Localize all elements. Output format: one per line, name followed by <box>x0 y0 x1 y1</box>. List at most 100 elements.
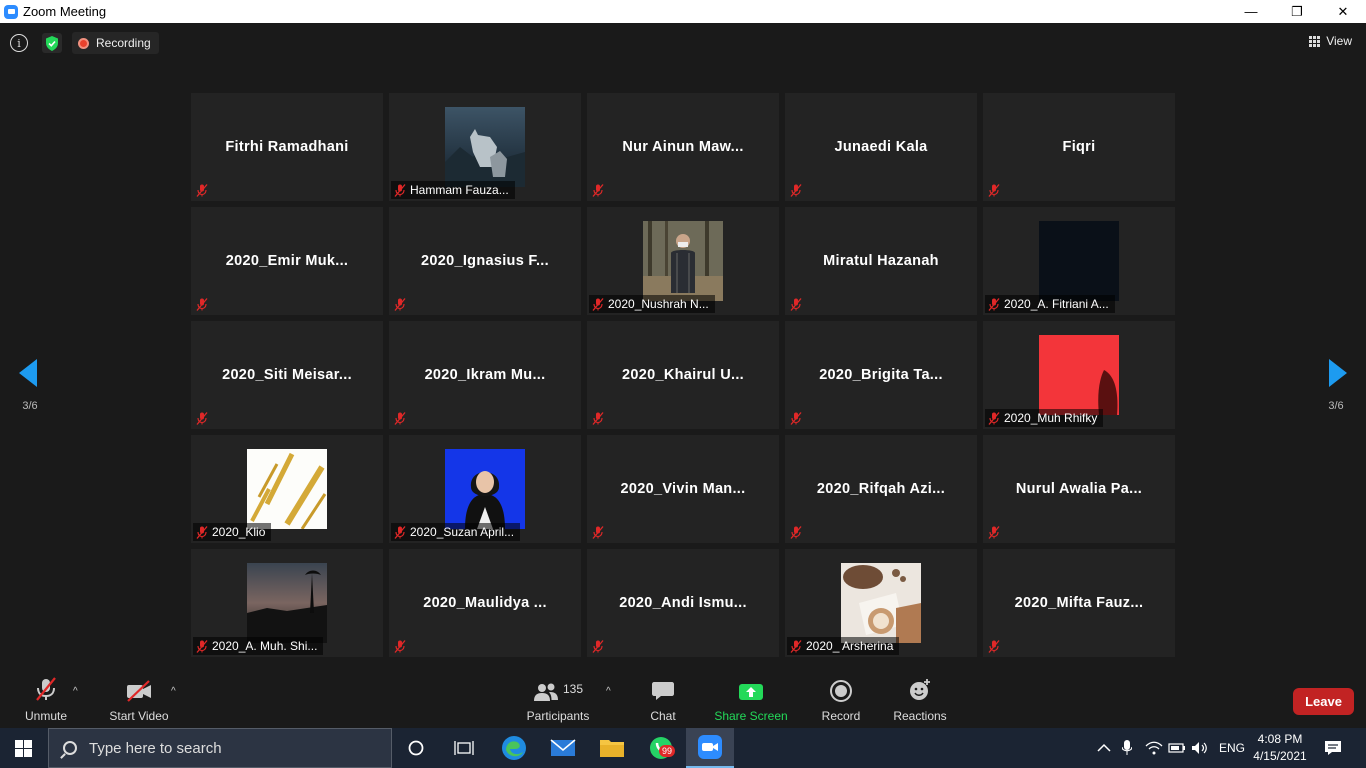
participant-video <box>247 563 327 643</box>
participant-status-bar <box>589 409 610 427</box>
participant-name: 2020_Rifqah Azi... <box>816 481 946 497</box>
meeting-info-icon[interactable]: i <box>10 34 28 52</box>
zoom-taskbar-icon[interactable] <box>686 728 734 768</box>
previous-page-button[interactable]: 3/6 <box>0 335 60 415</box>
input-language[interactable]: ENG <box>1219 728 1245 768</box>
participant-tile[interactable]: 2020_Rifqah Azi... <box>785 435 977 543</box>
muted-mic-icon <box>988 525 1000 539</box>
maximize-button[interactable]: ❐ <box>1274 0 1320 23</box>
participant-tile[interactable]: Fiqri <box>983 93 1175 201</box>
participants-button[interactable]: 135 Participants <box>526 672 590 728</box>
participant-tile[interactable]: 2020_Emir Muk... <box>191 207 383 315</box>
mail-icon[interactable] <box>539 728 587 768</box>
task-view-icon[interactable] <box>440 728 488 768</box>
participant-tile[interactable]: Hammam Fauza... <box>389 93 581 201</box>
meeting-topbar <box>0 23 1366 63</box>
participant-status-bar <box>985 637 1006 655</box>
taskbar-clock[interactable]: 4:08 PM 4/15/2021 <box>1250 731 1310 765</box>
close-button[interactable]: ✕ <box>1320 0 1366 23</box>
participant-tile[interactable]: 2020_Mifta Fauz... <box>983 549 1175 657</box>
taskbar-search-box[interactable]: Type here to search <box>48 728 392 768</box>
participant-tile[interactable]: 2020_A. Fitriani A... <box>983 207 1175 315</box>
recording-dot-icon <box>78 37 89 49</box>
muted-mic-icon <box>988 183 1000 197</box>
muted-mic-icon <box>196 183 208 197</box>
participant-tile[interactable]: 2020_Ikram Mu... <box>389 321 581 429</box>
participant-tile[interactable]: 2020_Maulidya ... <box>389 549 581 657</box>
view-button[interactable]: View <box>1309 34 1352 48</box>
participant-tile[interactable]: 2020_ Arsherina <box>785 549 977 657</box>
page-indicator-left: 3/6 <box>22 400 38 412</box>
show-hidden-icons-caret[interactable] <box>1097 728 1111 768</box>
participant-status-bar <box>589 637 610 655</box>
leave-button[interactable]: Leave <box>1293 688 1354 715</box>
participant-tile[interactable]: 2020_A. Muh. Shi... <box>191 549 383 657</box>
participant-name: 2020_Emir Muk... <box>225 253 349 269</box>
wifi-icon[interactable] <box>1145 728 1163 768</box>
participant-tile[interactable]: 2020_Siti Meisar... <box>191 321 383 429</box>
participant-status-bar: 2020_A. Muh. Shi... <box>193 637 324 655</box>
participant-tile[interactable]: 2020_Andi Ismu... <box>587 549 779 657</box>
participant-name-label: 2020_Suzan April... <box>410 525 515 539</box>
record-button[interactable]: Record <box>819 672 863 728</box>
participant-tile[interactable]: Nurul Awalia Pa... <box>983 435 1175 543</box>
muted-mic-icon <box>592 639 604 653</box>
shield-icon[interactable] <box>42 33 62 53</box>
battery-icon[interactable] <box>1168 728 1186 768</box>
reactions-button[interactable]: Reactions <box>892 672 948 728</box>
participant-name-label: 2020_ Arsherina <box>806 639 894 653</box>
participant-tile[interactable]: 2020_Klio <box>191 435 383 543</box>
participant-status-bar: 2020_A. Fitriani A... <box>985 295 1115 313</box>
participant-tile[interactable]: 2020_Muh Rhifky <box>983 321 1175 429</box>
participant-name: Miratul Hazanah <box>823 253 939 269</box>
start-video-button[interactable]: Start Video <box>108 672 170 728</box>
participant-status-bar <box>787 409 808 427</box>
audio-options-caret[interactable]: ^ <box>73 686 78 697</box>
participant-status-bar <box>193 295 214 313</box>
left-arrow-icon <box>19 359 37 387</box>
participant-tile[interactable]: 2020_Nushrah N... <box>587 207 779 315</box>
edge-browser-icon[interactable] <box>490 728 538 768</box>
share-screen-button[interactable]: Share Screen <box>714 672 788 728</box>
participant-video <box>445 107 525 187</box>
muted-mic-icon <box>592 183 604 197</box>
participant-status-bar <box>391 637 412 655</box>
file-explorer-icon[interactable] <box>588 728 636 768</box>
minimize-button[interactable]: — <box>1228 0 1274 23</box>
next-page-button[interactable]: 3/6 <box>1306 335 1366 415</box>
unmute-button[interactable]: Unmute <box>22 672 70 728</box>
cortana-icon[interactable] <box>392 728 440 768</box>
participant-tile[interactable]: Fitrhi Ramadhani <box>191 93 383 201</box>
participant-status-bar <box>985 181 1006 199</box>
page-indicator-right: 3/6 <box>1328 400 1344 412</box>
microphone-tray-icon[interactable] <box>1122 728 1132 768</box>
volume-icon[interactable] <box>1191 728 1209 768</box>
muted-mic-icon <box>592 525 604 539</box>
muted-mic-icon <box>790 183 802 197</box>
participant-status-bar: 2020_Suzan April... <box>391 523 521 541</box>
video-options-caret[interactable]: ^ <box>171 686 176 697</box>
participant-tile[interactable]: 2020_Khairul U... <box>587 321 779 429</box>
muted-mic-icon <box>790 525 802 539</box>
muted-mic-icon <box>394 183 406 197</box>
share-screen-icon <box>738 672 764 702</box>
chat-button[interactable]: Chat <box>645 672 681 728</box>
participant-tile[interactable]: Nur Ainun Maw... <box>587 93 779 201</box>
participant-name: 2020_Brigita Ta... <box>819 367 943 383</box>
participant-status-bar: 2020_Nushrah N... <box>589 295 715 313</box>
whatsapp-icon[interactable]: 99 <box>637 728 685 768</box>
participant-tile[interactable]: Junaedi Kala <box>785 93 977 201</box>
participant-video <box>247 449 327 530</box>
participant-name: 2020_Vivin Man... <box>620 481 746 497</box>
participant-tile[interactable]: Miratul Hazanah <box>785 207 977 315</box>
participant-tile[interactable]: 2020_Suzan April... <box>389 435 581 543</box>
participant-tile[interactable]: 2020_Ignasius F... <box>389 207 581 315</box>
participants-options-caret[interactable]: ^ <box>606 686 611 697</box>
notifications-icon[interactable] <box>1324 728 1342 768</box>
windows-start-icon[interactable] <box>15 740 32 757</box>
participant-name-label: 2020_A. Muh. Shi... <box>212 639 318 653</box>
recording-indicator[interactable]: Recording <box>72 32 159 54</box>
participant-tile[interactable]: 2020_Vivin Man... <box>587 435 779 543</box>
participant-tile[interactable]: 2020_Brigita Ta... <box>785 321 977 429</box>
unmute-label: Unmute <box>24 709 68 723</box>
